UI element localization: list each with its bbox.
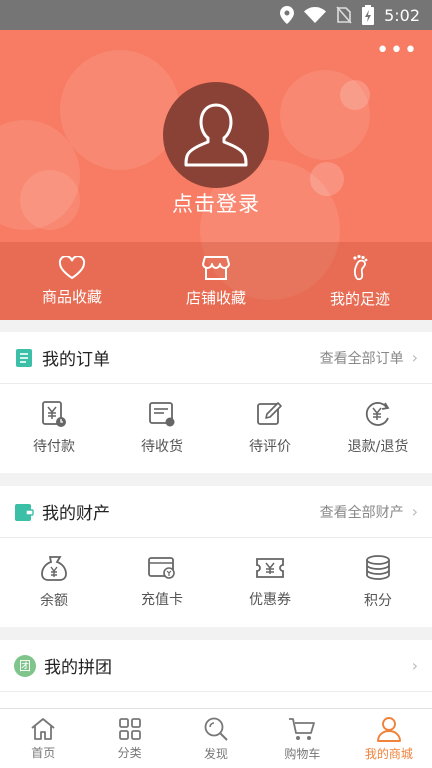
profile-icon [376,716,401,742]
points-icon [366,555,390,580]
group-buy-badge: 团 [14,654,36,677]
category-icon [118,717,141,740]
pending-receipt-icon [149,402,175,427]
pending-review-button[interactable]: 待评价 [216,384,324,472]
group-buy-card: 团 我的拼团 › [0,640,432,708]
view-all-orders-label: 查看全部订单 [319,350,404,367]
my-footprints-button[interactable]: 我的足迹 [288,242,432,320]
login-link[interactable]: 点击登录 [0,188,432,218]
location-icon [280,6,295,24]
group-buy-link[interactable]: › [412,656,418,675]
more-menu-button[interactable]: ••• [376,40,418,62]
tab-category[interactable]: 分类 [86,709,172,768]
chevron-right-icon: › [411,348,418,367]
favorites-bar: 商品收藏 店铺收藏 我的足迹 [0,242,432,320]
balance-button[interactable]: 余额 [0,538,108,626]
tab-discover-label: 发现 [204,746,229,761]
balance-label: 余额 [40,593,68,609]
status-bar: 5:02 [0,0,432,30]
refund-button[interactable]: 退款/退货 [324,384,432,472]
heart-icon [58,255,86,279]
discover-icon [204,717,228,741]
tab-cart[interactable]: 购物车 [259,709,345,768]
footprint-icon [353,254,368,280]
pending-receipt-label: 待收货 [141,439,183,455]
user-icon [184,103,248,167]
tab-home-label: 首页 [31,745,56,760]
chevron-right-icon: › [411,502,418,521]
tab-my-mall[interactable]: 我的商城 [346,709,432,768]
wifi-icon [304,7,327,23]
coupon-icon [256,558,284,578]
refund-icon [365,402,390,426]
tab-cart-label: 购物车 [284,746,321,761]
points-button[interactable]: 积分 [324,538,432,626]
assets-title: 我的财产 [42,504,110,524]
tab-discover[interactable]: 发现 [173,709,259,768]
view-all-orders-link[interactable]: 查看全部订单 › [320,348,418,368]
pending-review-icon [257,402,282,425]
favorite-goods-label: 商品收藏 [41,287,102,306]
no-sim-icon [336,6,352,24]
view-all-assets-label: 查看全部财产 [319,504,404,521]
tab-category-label: 分类 [117,745,142,760]
my-footprints-label: 我的足迹 [329,289,390,308]
recharge-card-button[interactable]: 充值卡 [108,538,216,626]
favorite-stores-button[interactable]: 店铺收藏 [144,242,288,320]
favorite-stores-label: 店铺收藏 [185,288,246,307]
pending-payment-label: 待付款 [33,439,75,455]
home-icon [31,717,55,740]
store-icon [202,255,230,280]
orders-header[interactable]: 我的订单 查看全部订单 › [0,332,432,384]
decor-bubble [60,50,180,170]
tab-my-mall-label: 我的商城 [364,746,413,761]
pending-payment-button[interactable]: 待付款 [0,384,108,472]
orders-card: 我的订单 查看全部订单 › 待付款 待收货 待评价 退款/退货 [0,332,432,473]
pending-receipt-button[interactable]: 待收货 [108,384,216,472]
assets-header[interactable]: 我的财产 查看全部财产 › [0,486,432,538]
orders-icon [14,348,34,368]
assets-grid: 余额 充值卡 优惠券 积分 [0,538,432,626]
pending-review-label: 待评价 [249,439,291,455]
orders-title: 我的订单 [42,350,110,370]
avatar[interactable] [163,82,269,188]
recharge-card-icon [148,557,175,579]
group-buy-title: 我的拼团 [44,658,112,678]
decor-bubble [340,80,370,110]
battery-icon [362,5,375,25]
profile-header: ••• 点击登录 商品收藏 店铺收藏 我的足迹 [0,30,432,320]
refund-label: 退款/退货 [347,439,409,455]
group-buy-header[interactable]: 团 我的拼团 › [0,640,432,692]
assets-card: 我的财产 查看全部财产 › 余额 充值卡 优惠券 积分 [0,486,432,627]
wallet-icon [14,502,34,522]
balance-icon [41,556,67,581]
coupon-button[interactable]: 优惠券 [216,538,324,626]
clock: 5:02 [384,5,420,25]
cart-icon [289,717,316,740]
tab-home[interactable]: 首页 [0,709,86,768]
bottom-tab-bar: 首页 分类 发现 购物车 我的商城 [0,708,432,768]
recharge-card-label: 充值卡 [141,592,183,608]
favorite-goods-button[interactable]: 商品收藏 [0,242,144,320]
points-label: 积分 [364,593,392,609]
pending-payment-icon [42,401,66,427]
orders-grid: 待付款 待收货 待评价 退款/退货 [0,384,432,472]
chevron-right-icon: › [411,656,418,675]
view-all-assets-link[interactable]: 查看全部财产 › [320,502,418,522]
coupon-label: 优惠券 [249,592,291,608]
